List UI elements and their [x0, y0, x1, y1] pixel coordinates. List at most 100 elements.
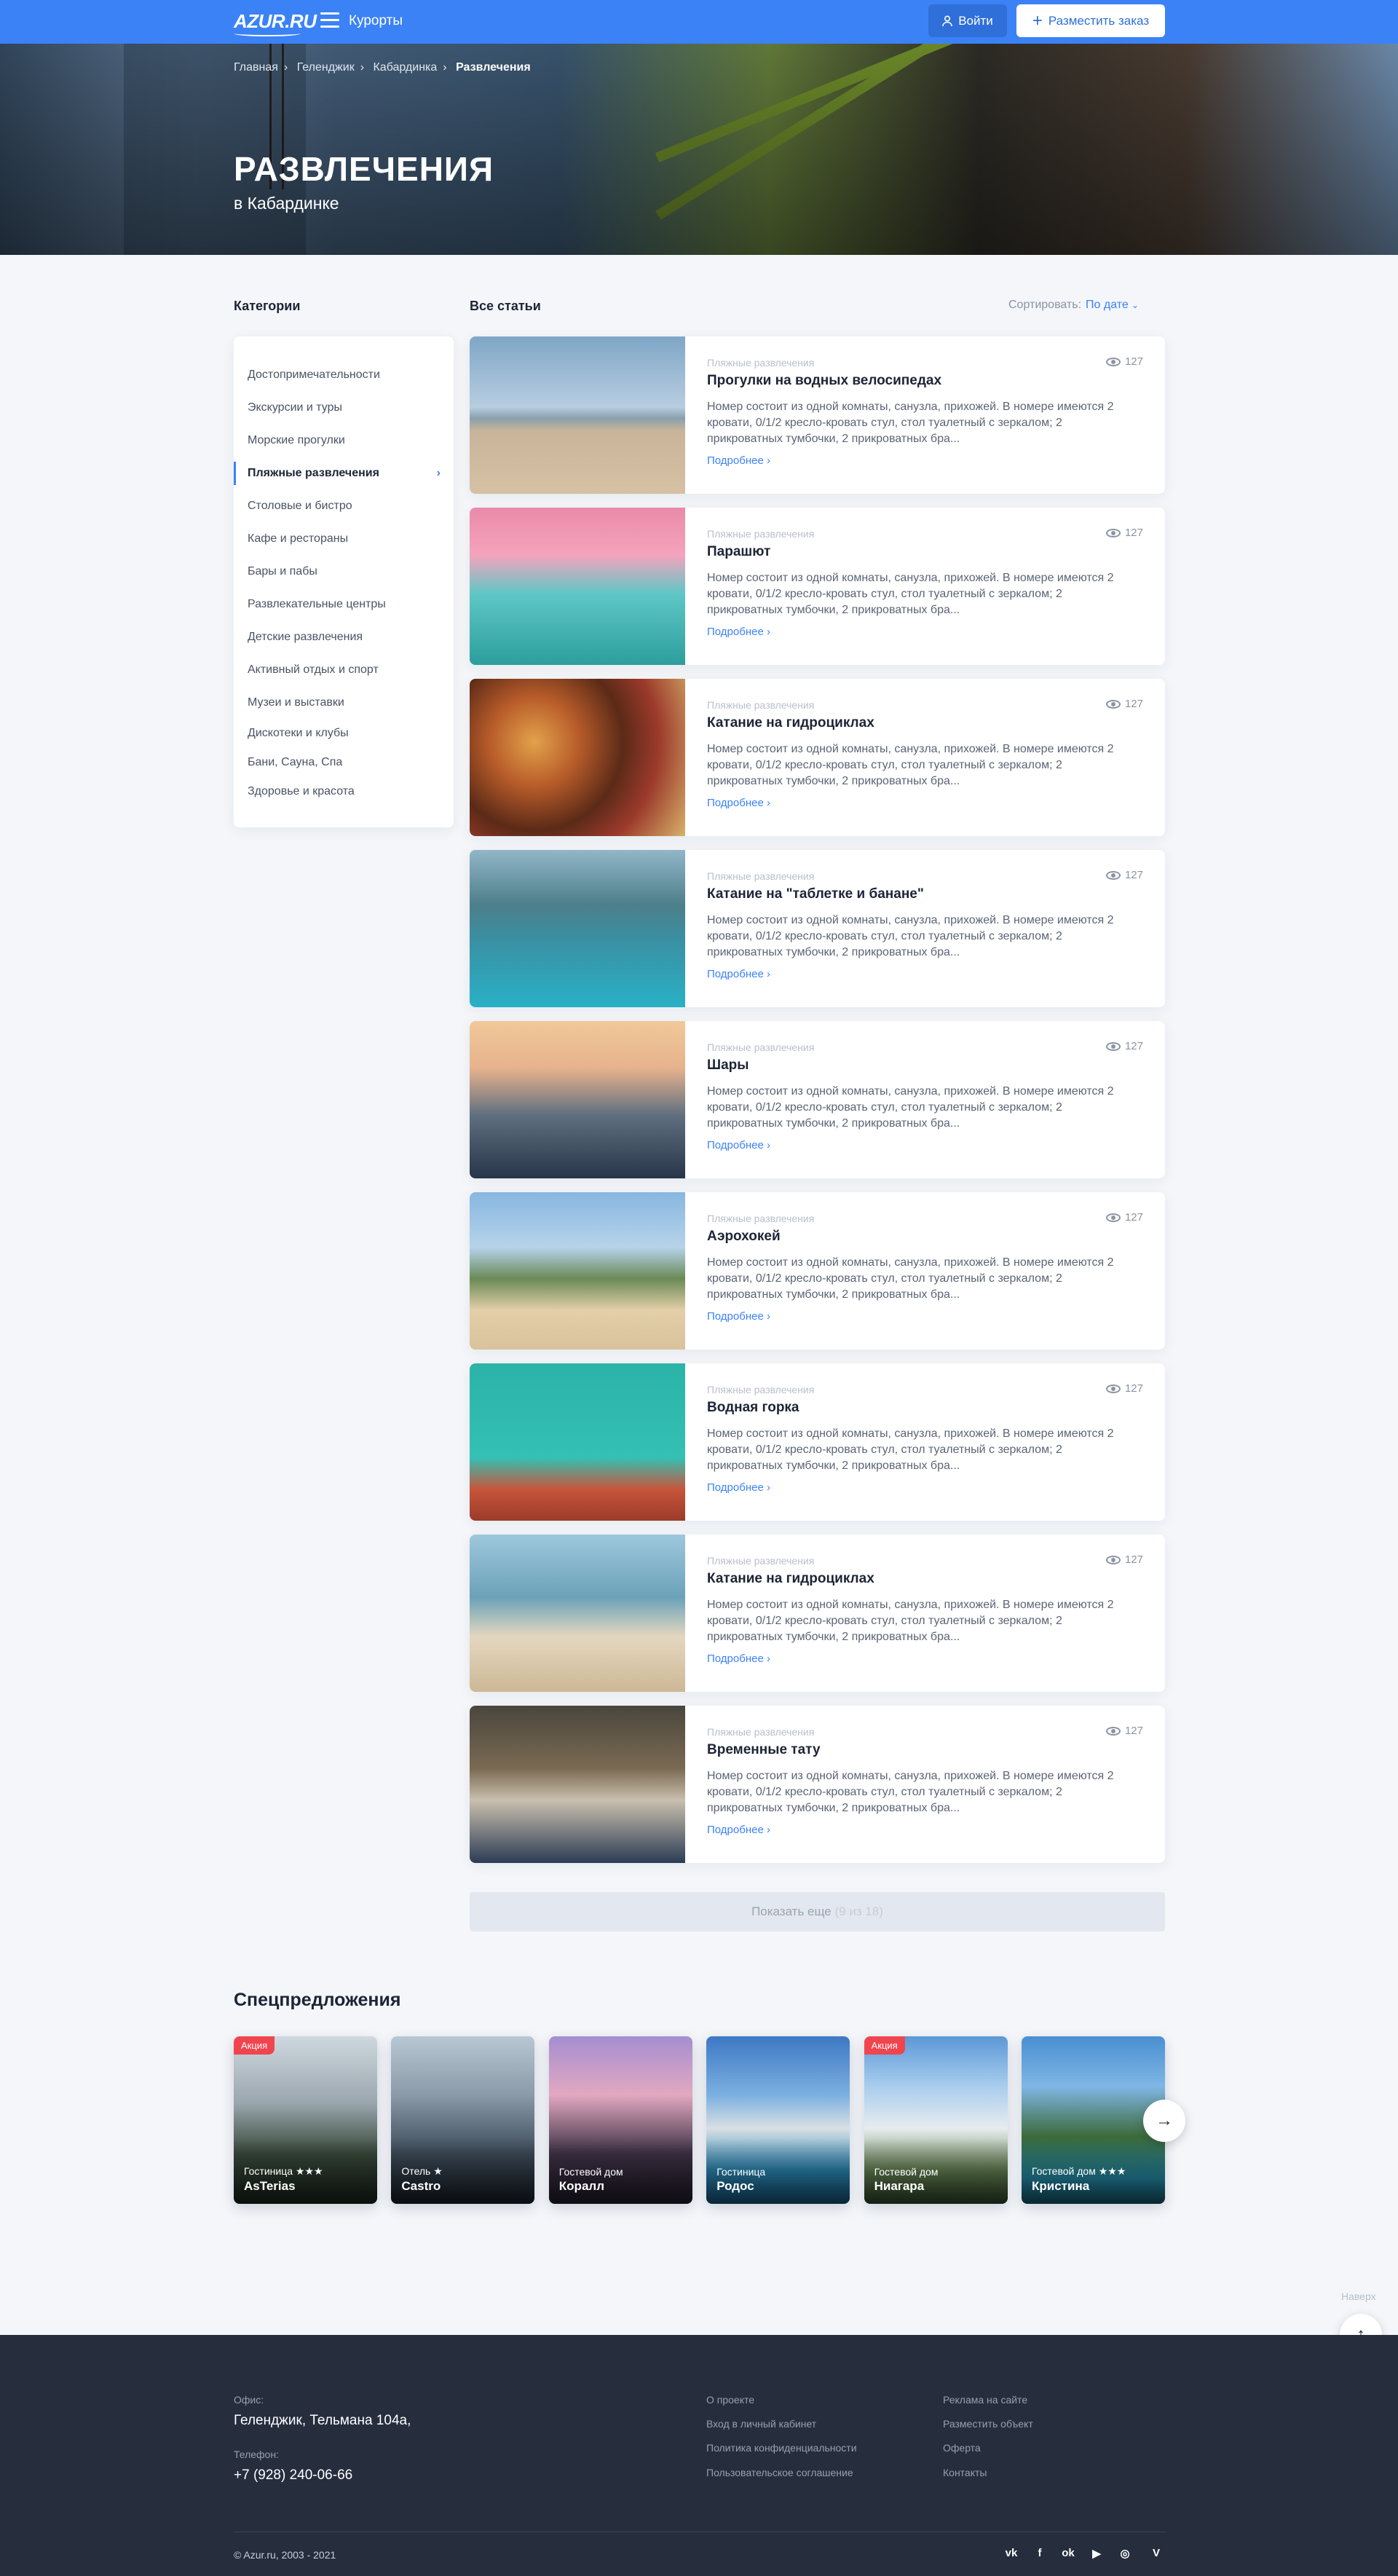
resorts-menu-link[interactable]: Курорты — [349, 13, 403, 29]
sidebar-item[interactable]: Экскурсии и туры — [234, 391, 454, 424]
article-title[interactable]: Парашют — [707, 544, 770, 560]
sidebar-item[interactable]: Столовые и бистро — [234, 489, 454, 522]
vk-icon[interactable]: vk — [1003, 2547, 1020, 2559]
chevron-right-icon: › — [766, 1139, 770, 1151]
footer-link[interactable]: Вход в личный кабинет — [706, 2418, 816, 2430]
article-title[interactable]: Временные тату — [707, 1742, 821, 1758]
article-views: 127 — [1105, 1211, 1143, 1224]
article-card[interactable]: Пляжные развлечения 127 Временные тату Номе… — [470, 1706, 1165, 1863]
footer-link[interactable]: Пользовательское соглашение — [706, 2467, 853, 2478]
article-card[interactable]: Пляжные развлечения 127 Катание на "таблет… — [470, 850, 1165, 1007]
sidebar-item[interactable]: Бани, Сауна, Спа — [234, 748, 454, 777]
article-more-link[interactable]: Подробнее › — [707, 797, 770, 809]
article-title[interactable]: Катание на гидроциклах — [707, 715, 874, 731]
article-card[interactable]: Пляжные развлечения 127 Водная горка Номер … — [470, 1363, 1165, 1521]
article-image[interactable] — [470, 1021, 685, 1178]
eye-icon — [1105, 1384, 1121, 1393]
instagram-icon[interactable]: ◎ — [1116, 2547, 1134, 2560]
eye-icon — [1105, 528, 1121, 537]
article-image[interactable] — [470, 1192, 685, 1350]
article-more-link[interactable]: Подробнее › — [707, 1824, 770, 1836]
article-card[interactable]: Пляжные развлечения 127 Шары Номер состоит … — [470, 1021, 1165, 1178]
chevron-right-icon: › — [360, 61, 365, 74]
article-image[interactable] — [470, 508, 685, 665]
article-image[interactable] — [470, 679, 685, 836]
breadcrumb-home[interactable]: Главная — [234, 61, 278, 74]
sort-value[interactable]: По дате — [1086, 299, 1129, 311]
article-more-link[interactable]: Подробнее › — [707, 454, 770, 467]
offer-card[interactable]: Гостевой дом Коралл — [548, 2036, 692, 2204]
sidebar-item[interactable]: Бары и пабы — [234, 555, 454, 588]
login-button[interactable]: Войти — [928, 4, 1007, 37]
menu-icon[interactable] — [320, 12, 339, 30]
article-title[interactable]: Шары — [707, 1057, 749, 1074]
office-address: Геленджик, Тельмана 104а, — [234, 2413, 411, 2428]
article-image[interactable] — [470, 1706, 685, 1863]
sidebar-item[interactable]: Активный отдых и спорт — [234, 653, 454, 686]
footer-link[interactable]: Реклама на сайте — [943, 2394, 1027, 2406]
footer-link[interactable]: Политика конфиденциальности — [706, 2442, 857, 2454]
offer-card[interactable]: Акция Гостевой дом Ниагара — [864, 2036, 1008, 2204]
article-more-link[interactable]: Подробнее › — [707, 1139, 770, 1151]
footer-link[interactable]: О проекте — [706, 2394, 754, 2406]
footer-link[interactable]: Контакты — [943, 2467, 987, 2478]
place-order-label: Разместить заказ — [1048, 13, 1150, 28]
sidebar-item[interactable]: Дискотеки и клубы — [234, 719, 454, 748]
article-title[interactable]: Аэрохокей — [707, 1229, 781, 1245]
article-title[interactable]: Водная горка — [707, 1400, 799, 1416]
sidebar-item[interactable]: Кафе и рестораны — [234, 522, 454, 555]
article-more-link[interactable]: Подробнее › — [707, 1481, 770, 1494]
place-order-button[interactable]: + Разместить заказ — [1016, 4, 1165, 37]
article-title[interactable]: Катание на "таблетке и банане" — [707, 886, 924, 902]
article-card[interactable]: Пляжные развлечения 127 Аэрохокей Номер сос… — [470, 1192, 1165, 1350]
sidebar-item[interactable]: Морские прогулки — [234, 424, 454, 457]
article-more-link[interactable]: Подробнее › — [707, 626, 770, 638]
footer — [0, 2335, 1398, 2576]
article-card[interactable]: Пляжные развлечения 127 Прогулки на водных… — [470, 336, 1165, 494]
breadcrumb: Главная › Геленджик › Кабардинка › Развлече… — [234, 61, 537, 74]
views-count: 127 — [1124, 1211, 1143, 1224]
article-image[interactable] — [470, 850, 685, 1007]
eye-icon — [1105, 1726, 1121, 1736]
article-more-link[interactable]: Подробнее › — [707, 1310, 770, 1323]
sidebar-item[interactable]: Достопримечательности — [234, 358, 454, 391]
sort-control[interactable]: Сортировать: По дате ⌄ — [1008, 299, 1139, 312]
article-card[interactable]: Пляжные развлечения 127 Катание на гидроци… — [470, 1535, 1165, 1692]
sidebar-item[interactable]: Развлекательные центры — [234, 588, 454, 621]
article-more-link[interactable]: Подробнее › — [707, 968, 770, 980]
chevron-right-icon: › — [766, 626, 770, 638]
show-more-button[interactable]: Показать еще (9 из 18) — [470, 1892, 1165, 1931]
article-image[interactable] — [470, 336, 685, 494]
vimeo-icon[interactable]: V — [1148, 2547, 1165, 2559]
odnoklassniki-icon[interactable]: ok — [1059, 2547, 1077, 2559]
sidebar-item-active[interactable]: Пляжные развлечения › — [234, 457, 454, 489]
site-logo[interactable]: AZUR.RU — [234, 10, 317, 36]
article-title[interactable]: Прогулки на водных велосипедах — [707, 373, 941, 389]
article-image[interactable] — [470, 1363, 685, 1521]
offer-card[interactable]: Акция Гостиница ★★★ AsTerias — [234, 2036, 377, 2204]
footer-link[interactable]: Разместить объект — [943, 2418, 1033, 2430]
footer-link[interactable]: Оферта — [943, 2442, 981, 2454]
article-more-link[interactable]: Подробнее › — [707, 1653, 770, 1665]
phone-number[interactable]: +7 (928) 240-06-66 — [234, 2467, 352, 2484]
article-card[interactable]: Пляжные развлечения 127 Парашют Номер состо… — [470, 508, 1165, 665]
sidebar-item[interactable]: Здоровье и красота — [234, 777, 454, 806]
article-image[interactable] — [470, 1535, 685, 1692]
offer-name: Кристина — [1032, 2179, 1090, 2193]
offer-type: Отель ★ — [401, 2165, 443, 2177]
offer-card[interactable]: Гостиница Родос — [706, 2036, 850, 2204]
article-card[interactable]: Пляжные развлечения 127 Катание на гидроци… — [470, 679, 1165, 836]
sidebar-item[interactable]: Детские развлечения — [234, 621, 454, 653]
youtube-icon[interactable]: ▶ — [1088, 2547, 1105, 2560]
offer-card[interactable]: Отель ★ Castro — [391, 2036, 535, 2204]
breadcrumb-resort[interactable]: Кабардинка — [373, 61, 437, 74]
eye-icon — [1105, 870, 1121, 880]
hero-overlay — [0, 44, 1398, 255]
facebook-icon[interactable]: f — [1031, 2547, 1048, 2559]
article-title[interactable]: Катание на гидроциклах — [707, 1571, 874, 1587]
views-count: 127 — [1124, 527, 1143, 539]
carousel-next-arrow-icon[interactable]: → — [1143, 2100, 1185, 2142]
breadcrumb-city[interactable]: Геленджик — [297, 61, 355, 74]
sidebar-item[interactable]: Музеи и выставки — [234, 686, 454, 719]
views-count: 127 — [1124, 1725, 1143, 1737]
